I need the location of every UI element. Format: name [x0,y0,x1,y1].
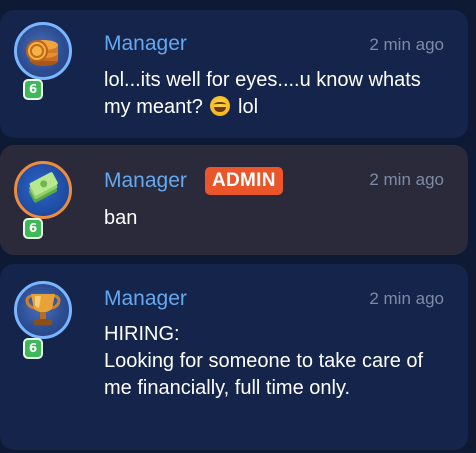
trophy-cup-icon [25,294,61,325]
timestamp: 2 min ago [369,170,444,189]
level-badge: 6 [23,338,43,359]
message-text-part: lol [232,96,259,118]
chat-feed: 6 Manager 2 min ago lol...its well for e… [0,0,476,453]
message-text: ban [104,207,138,229]
username[interactable]: Manager [104,287,187,311]
message-text: lol...its well for eyes....u know whats … [104,67,444,121]
coin-stack-icon [26,40,58,66]
level-badge: 6 [23,218,43,239]
timestamp: 2 min ago [369,289,444,308]
chat-message[interactable]: 6 Manager ADMIN 2 min ago ban [0,145,468,255]
message-text: HIRING: Looking for someone to take care… [104,323,424,399]
money-stack-icon [28,172,58,203]
username[interactable]: Manager [104,32,187,56]
message-text-part: lol...its well for eyes....u know whats … [104,69,421,118]
timestamp: 2 min ago [369,35,444,54]
admin-badge: ADMIN [205,167,283,195]
level-badge: 6 [23,79,43,100]
chat-message[interactable]: 6 Manager 2 min ago HIRING: Looking for … [0,264,468,450]
avatar[interactable] [14,281,72,339]
avatar[interactable] [14,22,72,80]
username[interactable]: Manager [104,169,187,193]
laughing-emoji-icon [210,96,231,116]
avatar[interactable] [14,161,72,219]
chat-message[interactable]: 6 Manager 2 min ago lol...its well for e… [0,10,468,138]
